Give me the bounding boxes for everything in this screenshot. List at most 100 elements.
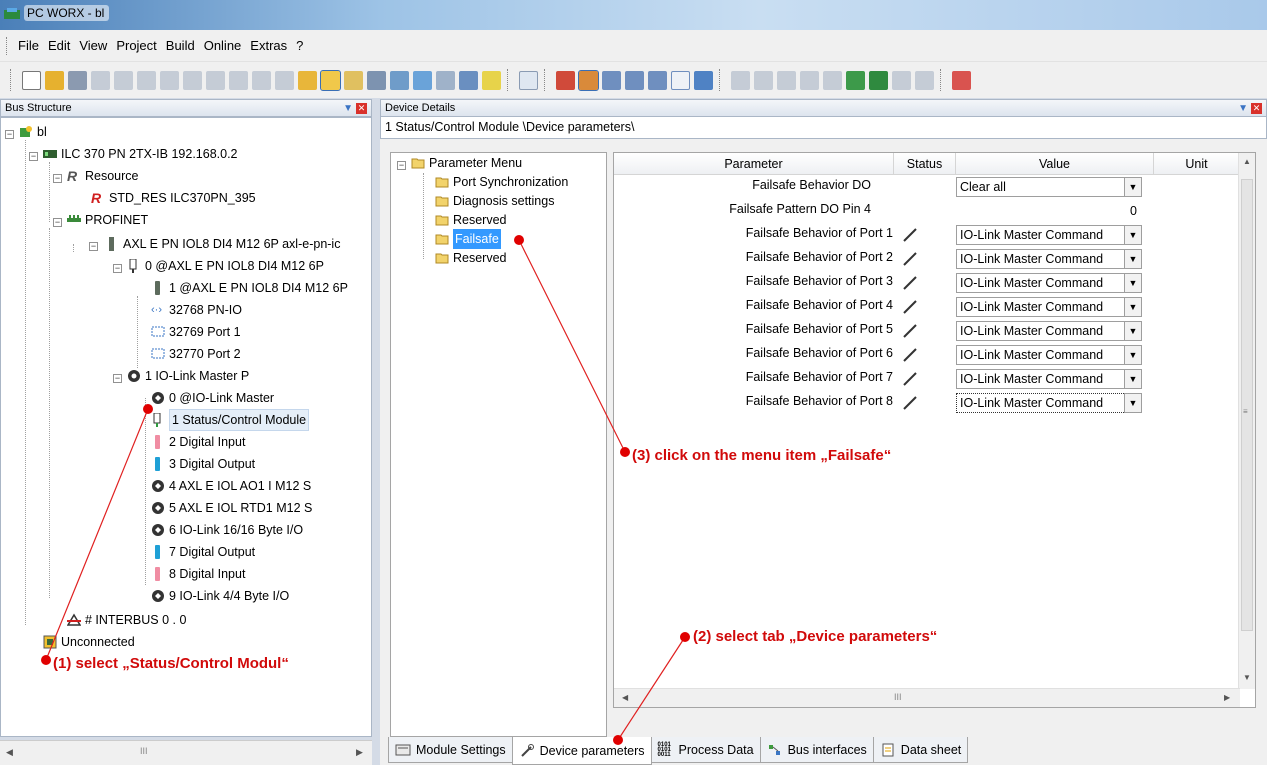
tree-node-digital-output-3[interactable]: 3 Digital Output: [151, 454, 255, 474]
zoom-in-icon[interactable]: [252, 70, 271, 90]
undo-icon[interactable]: [206, 70, 225, 90]
online-5-icon[interactable]: [823, 70, 842, 90]
wizard-icon[interactable]: [344, 70, 363, 90]
horizontal-scrollbar[interactable]: ◀ III ▶: [0, 740, 372, 765]
tree-node-io-link-master-0[interactable]: 0 @IO-Link Master: [151, 388, 274, 408]
menu-view[interactable]: View: [79, 38, 107, 53]
tree-node-digital-input-8[interactable]: 8 Digital Input: [151, 564, 245, 584]
value-select[interactable]: IO-Link Master Command: [956, 249, 1142, 269]
window-icon[interactable]: [298, 70, 317, 90]
view-4-icon[interactable]: [625, 70, 644, 90]
tab-bus-interfaces[interactable]: Bus interfaces: [759, 737, 874, 763]
close-icon[interactable]: ✕: [1251, 103, 1262, 114]
collapse-toggle[interactable]: −: [53, 174, 62, 183]
chevron-down-icon[interactable]: ▼: [1124, 297, 1142, 317]
tree-node-std-res[interactable]: R STD_RES ILC370PN_395: [91, 188, 256, 208]
tree-node-ao1[interactable]: 4 AXL E IOL AO1 I M12 S: [151, 476, 311, 496]
view-6-icon[interactable]: [671, 70, 690, 90]
online-1-icon[interactable]: [731, 70, 750, 90]
check-icon[interactable]: [413, 70, 432, 90]
tab-module-settings[interactable]: Module Settings: [388, 737, 513, 763]
menu-edit[interactable]: Edit: [48, 38, 70, 53]
menu-reserved-2[interactable]: Reserved: [435, 248, 507, 268]
online-2-icon[interactable]: [754, 70, 773, 90]
chevron-down-icon[interactable]: ▼: [1124, 177, 1142, 197]
scroll-thumb[interactable]: [1241, 179, 1253, 631]
scroll-grip[interactable]: ≡: [1243, 407, 1248, 416]
tree-node-unconnected[interactable]: Unconnected: [43, 632, 135, 652]
view-5-icon[interactable]: [648, 70, 667, 90]
chevron-down-icon[interactable]: ▼: [1124, 393, 1142, 413]
menu-build[interactable]: Build: [166, 38, 195, 53]
tab-process-data[interactable]: 0101 0101 0011 Process Data: [650, 737, 761, 763]
view-7-icon[interactable]: [694, 70, 713, 90]
tab-data-sheet[interactable]: Data sheet: [872, 737, 969, 763]
network-icon[interactable]: [390, 70, 409, 90]
chevron-down-icon[interactable]: ▼: [1124, 225, 1142, 245]
panel-icon[interactable]: [459, 70, 478, 90]
tree-node-io-link-16[interactable]: 6 IO-Link 16/16 Byte I/O: [151, 520, 303, 540]
collapse-toggle[interactable]: −: [113, 264, 122, 273]
zoom-out-icon[interactable]: [275, 70, 294, 90]
panel-buttons[interactable]: ▼ ✕: [343, 101, 367, 117]
value-select[interactable]: IO-Link Master Command: [956, 369, 1142, 389]
menu-extras[interactable]: Extras: [250, 38, 287, 53]
menu-diagnosis[interactable]: Diagnosis settings: [435, 191, 554, 211]
view-1-icon[interactable]: [556, 70, 575, 90]
tools-icon[interactable]: [436, 70, 455, 90]
tree-node-status-control-module[interactable]: 1 Status/Control Module: [151, 409, 310, 431]
tree-node-digital-input-2[interactable]: 2 Digital Input: [151, 432, 245, 452]
menu-file[interactable]: File: [18, 38, 39, 53]
tree-node-axl-module-1[interactable]: 1 @AXL E PN IOL8 DI4 M12 6P: [151, 278, 348, 298]
menu-failsafe[interactable]: Failsafe: [435, 229, 501, 249]
menu-port-sync[interactable]: Port Synchronization: [435, 172, 568, 192]
vertical-scrollbar[interactable]: ▲ ≡ ▼: [1238, 153, 1255, 689]
copy-icon[interactable]: [160, 70, 179, 90]
view-2-icon[interactable]: [578, 69, 599, 91]
debug-icon[interactable]: [892, 70, 911, 90]
online-3-icon[interactable]: [777, 70, 796, 90]
col-parameter[interactable]: Parameter: [614, 153, 894, 175]
scroll-left-icon[interactable]: ◀: [622, 693, 628, 702]
refresh-icon[interactable]: [846, 70, 865, 90]
scroll-grip[interactable]: III: [140, 746, 148, 756]
tree-node-port-1[interactable]: 32769 Port 1: [151, 322, 241, 342]
tree-node-project[interactable]: bl: [19, 122, 47, 142]
tree-node-io-link-4[interactable]: 9 IO-Link 4/4 Byte I/O: [151, 586, 289, 606]
panel-buttons[interactable]: ▼ ✕: [1238, 101, 1262, 117]
stop-icon[interactable]: [915, 70, 934, 90]
collapse-toggle[interactable]: −: [53, 218, 62, 227]
menu-reserved-1[interactable]: Reserved: [435, 210, 507, 230]
tree-node-digital-output-7[interactable]: 7 Digital Output: [151, 542, 255, 562]
save-icon[interactable]: [68, 70, 87, 90]
scroll-grip[interactable]: III: [894, 692, 902, 702]
tree-node-io-link-master[interactable]: 1 IO-Link Master P: [127, 366, 249, 386]
col-value[interactable]: Value: [956, 153, 1154, 175]
redo-icon[interactable]: [229, 70, 248, 90]
collapse-toggle[interactable]: −: [89, 242, 98, 251]
tree-node-port-2[interactable]: 32770 Port 2: [151, 344, 241, 364]
tree-node-axl-module-0[interactable]: 0 @AXL E PN IOL8 DI4 M12 6P: [127, 256, 324, 276]
new-file-icon[interactable]: [22, 70, 41, 90]
chevron-down-icon[interactable]: ▼: [1124, 345, 1142, 365]
doc-icon[interactable]: [519, 70, 538, 90]
col-status[interactable]: Status: [894, 153, 956, 175]
chevron-down-icon[interactable]: ▼: [1124, 249, 1142, 269]
find-icon[interactable]: [91, 70, 110, 90]
notes-icon[interactable]: [482, 70, 501, 90]
chevron-down-icon[interactable]: ▼: [1124, 321, 1142, 341]
collapse-toggle[interactable]: −: [397, 161, 406, 170]
online-4-icon[interactable]: [800, 70, 819, 90]
tree-node-resource[interactable]: R Resource: [67, 166, 139, 186]
value-select[interactable]: Clear all: [956, 177, 1142, 197]
collapse-toggle[interactable]: −: [113, 374, 122, 383]
print-icon[interactable]: [114, 70, 133, 90]
open-folder-icon[interactable]: [45, 70, 64, 90]
tab-device-parameters[interactable]: Device parameters: [511, 737, 652, 765]
scroll-right-icon[interactable]: ▶: [1224, 693, 1230, 702]
value-select[interactable]: IO-Link Master Command: [956, 393, 1142, 413]
cut-icon[interactable]: [137, 70, 156, 90]
value-select[interactable]: IO-Link Master Command: [956, 225, 1142, 245]
scroll-down-icon[interactable]: ▼: [1243, 673, 1251, 682]
menu-parameter-root[interactable]: Parameter Menu: [411, 153, 522, 173]
